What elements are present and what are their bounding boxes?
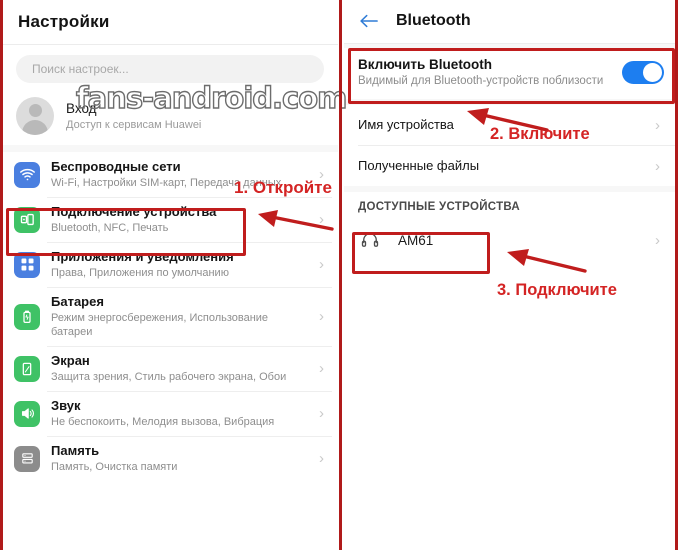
display-icon [14, 355, 40, 382]
chevron-right-icon: › [655, 116, 660, 134]
settings-item-subtitle: Права, Приложения по умолчанию [51, 267, 229, 279]
chevron-right-icon: › [655, 231, 660, 249]
settings-item-battery[interactable]: Батарея Режим энергосбережения, Использо… [2, 287, 338, 346]
settings-item-display[interactable]: Экран Защита зрения, Стиль рабочего экра… [2, 346, 338, 391]
settings-item-title: Батарея [51, 294, 104, 309]
settings-item-subtitle: Wi-Fi, Настройки SIM-карт, Передача данн… [51, 177, 282, 189]
device-name-text: Имя устройства [358, 116, 645, 134]
settings-item-apps[interactable]: Приложения и уведомления Права, Приложен… [2, 242, 338, 287]
search-placeholder: Поиск настроек... [32, 62, 129, 76]
settings-item-storage[interactable]: Память Память, Очистка памяти › [2, 436, 338, 481]
settings-item-title: Подключение устройства [51, 204, 217, 219]
chevron-right-icon: › [319, 450, 324, 467]
section-separator [2, 145, 338, 152]
bluetooth-title: Bluetooth [396, 12, 471, 29]
back-arrow-icon[interactable] [358, 12, 380, 30]
wifi-icon [14, 161, 40, 188]
settings-item-text: Подключение устройства Bluetooth, NFC, П… [51, 204, 308, 235]
settings-item-sound[interactable]: Звук Не беспокоить, Мелодия вызова, Вибр… [2, 391, 338, 436]
settings-item-wireless[interactable]: Беспроводные сети Wi-Fi, Настройки SIM-к… [2, 152, 338, 197]
storage-icon [14, 445, 40, 472]
bluetooth-enable-row[interactable]: Включить Bluetooth Видимый для Bluetooth… [344, 48, 678, 99]
received-files-text: Полученные файлы [358, 157, 645, 175]
settings-item-title: Приложения и уведомления [51, 249, 234, 264]
chevron-right-icon: › [319, 405, 324, 422]
settings-item-subtitle: Bluetooth, NFC, Печать [51, 222, 169, 234]
chevron-right-icon: › [319, 308, 324, 325]
account-subtitle: Доступ к сервисам Huawei [66, 118, 202, 131]
settings-item-device-connection[interactable]: Подключение устройства Bluetooth, NFC, П… [2, 197, 338, 242]
watermark: fans-android.com [75, 80, 348, 115]
chevron-right-icon: › [319, 211, 324, 228]
device-connection-icon [14, 206, 40, 233]
settings-item-text: Приложения и уведомления Права, Приложен… [51, 249, 308, 280]
settings-item-title: Звук [51, 398, 81, 413]
bluetooth-panel: Bluetooth Включить Bluetooth Видимый для… [344, 0, 678, 550]
settings-item-subtitle: Не беспокоить, Мелодия вызова, Вибрация [51, 416, 275, 428]
settings-item-text: Экран Защита зрения, Стиль рабочего экра… [51, 353, 308, 384]
chevron-right-icon: › [655, 157, 660, 175]
settings-item-subtitle: Защита зрения, Стиль рабочего экрана, Об… [51, 371, 287, 383]
chevron-right-icon: › [319, 166, 324, 183]
settings-item-subtitle: Память, Очистка памяти [51, 461, 178, 473]
chevron-right-icon: › [319, 256, 324, 273]
frame-left-edge [0, 0, 3, 550]
sound-icon [14, 400, 40, 427]
settings-item-subtitle: Режим энергосбережения, Использование ба… [51, 312, 269, 338]
settings-list: Беспроводные сети Wi-Fi, Настройки SIM-к… [2, 152, 338, 481]
received-files-title: Полученные файлы [358, 158, 480, 173]
panel-divider [339, 0, 342, 550]
screenshot-root: Настройки Поиск настроек... Вход Доступ … [0, 0, 678, 550]
available-devices-label: ДОСТУПНЫЕ УСТРОЙСТВА [344, 192, 678, 219]
settings-item-text: Память Память, Очистка памяти [51, 443, 308, 474]
settings-item-text: Беспроводные сети Wi-Fi, Настройки SIM-к… [51, 159, 308, 190]
device-row-am61[interactable]: AM61 › [344, 219, 678, 261]
avatar [16, 97, 54, 135]
battery-icon [14, 303, 40, 330]
bluetooth-enable-subtitle: Видимый для Bluetooth-устройств поблизос… [358, 75, 604, 87]
settings-item-title: Беспроводные сети [51, 159, 181, 174]
bluetooth-enable-title: Включить Bluetooth [358, 57, 493, 72]
settings-item-text: Звук Не беспокоить, Мелодия вызова, Вибр… [51, 398, 308, 429]
device-name: AM61 [398, 232, 434, 248]
toggle-knob [643, 63, 662, 82]
bluetooth-enable-text: Включить Bluetooth Видимый для Bluetooth… [358, 56, 612, 89]
received-files-row[interactable]: Полученные файлы › [344, 146, 678, 186]
device-name-row[interactable]: Имя устройства › [344, 105, 678, 145]
headset-icon [360, 230, 380, 250]
search-input[interactable]: Поиск настроек... [16, 55, 324, 83]
settings-item-text: Батарея Режим энергосбережения, Использо… [51, 294, 308, 339]
page-title: Настройки [18, 12, 110, 31]
apps-grid-icon [14, 251, 40, 278]
device-name-title: Имя устройства [358, 117, 454, 132]
chevron-right-icon: › [319, 360, 324, 377]
settings-item-title: Экран [51, 353, 90, 368]
bluetooth-toggle[interactable] [622, 61, 664, 84]
bluetooth-header: Bluetooth [344, 0, 678, 30]
settings-item-title: Память [51, 443, 100, 458]
